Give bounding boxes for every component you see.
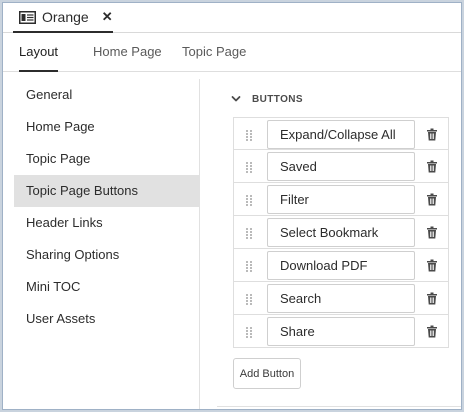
add-button[interactable]: Add Button — [233, 358, 301, 389]
drag-handle-icon[interactable] — [244, 227, 254, 239]
window-panel-icon — [19, 10, 36, 24]
settings-sidebar: General Home Page Topic Page Topic Page … — [14, 79, 200, 409]
document-tab-bar: Orange ✕ — [3, 3, 461, 33]
chevron-down-icon[interactable] — [231, 94, 241, 104]
sidebar-item-topic-page[interactable]: Topic Page — [14, 143, 199, 175]
button-row — [233, 183, 449, 216]
button-row — [233, 282, 449, 315]
trash-icon[interactable] — [426, 193, 438, 206]
trash-icon[interactable] — [426, 128, 438, 141]
buttons-section-header[interactable]: BUTTONS — [231, 91, 303, 107]
trash-icon[interactable] — [426, 226, 438, 239]
drag-handle-icon[interactable] — [244, 260, 254, 272]
buttons-section-title: BUTTONS — [252, 93, 303, 105]
sidebar-item-general[interactable]: General — [14, 79, 199, 111]
button-label-input[interactable] — [267, 251, 415, 280]
button-row — [233, 216, 449, 249]
button-label-input[interactable] — [267, 317, 415, 346]
document-tab[interactable]: Orange ✕ — [13, 3, 113, 33]
drag-handle-icon[interactable] — [244, 161, 254, 173]
trash-icon[interactable] — [426, 160, 438, 173]
trash-icon[interactable] — [426, 292, 438, 305]
settings-tabs: Layout Home Page Topic Page — [3, 34, 461, 72]
sidebar-item-header-links[interactable]: Header Links — [14, 207, 199, 239]
tab-home-page[interactable]: Home Page — [93, 34, 162, 72]
drag-handle-icon[interactable] — [244, 326, 254, 338]
close-icon[interactable]: ✕ — [102, 9, 113, 25]
buttons-list — [233, 117, 449, 348]
document-tab-title: Orange — [42, 9, 89, 25]
trash-icon[interactable] — [426, 259, 438, 272]
tab-topic-page[interactable]: Topic Page — [182, 34, 246, 72]
button-row — [233, 315, 449, 348]
trash-icon[interactable] — [426, 325, 438, 338]
drag-handle-icon[interactable] — [244, 194, 254, 206]
sidebar-item-topic-page-buttons[interactable]: Topic Page Buttons — [14, 175, 199, 207]
sidebar-item-home-page[interactable]: Home Page — [14, 111, 199, 143]
section-divider — [217, 406, 461, 407]
button-label-input[interactable] — [267, 185, 415, 214]
button-label-input[interactable] — [267, 120, 415, 149]
button-label-input[interactable] — [267, 218, 415, 247]
button-row — [233, 150, 449, 183]
tab-layout[interactable]: Layout — [19, 34, 59, 72]
button-row — [233, 117, 449, 150]
button-row — [233, 249, 449, 282]
sidebar-item-user-assets[interactable]: User Assets — [14, 303, 199, 335]
sidebar-item-mini-toc[interactable]: Mini TOC — [14, 271, 199, 303]
button-label-input[interactable] — [267, 152, 415, 181]
drag-handle-icon[interactable] — [244, 129, 254, 141]
drag-handle-icon[interactable] — [244, 293, 254, 305]
sidebar-item-sharing-options[interactable]: Sharing Options — [14, 239, 199, 271]
app-window: Orange ✕ Layout Home Page Topic Page Gen… — [2, 2, 462, 410]
button-label-input[interactable] — [267, 284, 415, 313]
